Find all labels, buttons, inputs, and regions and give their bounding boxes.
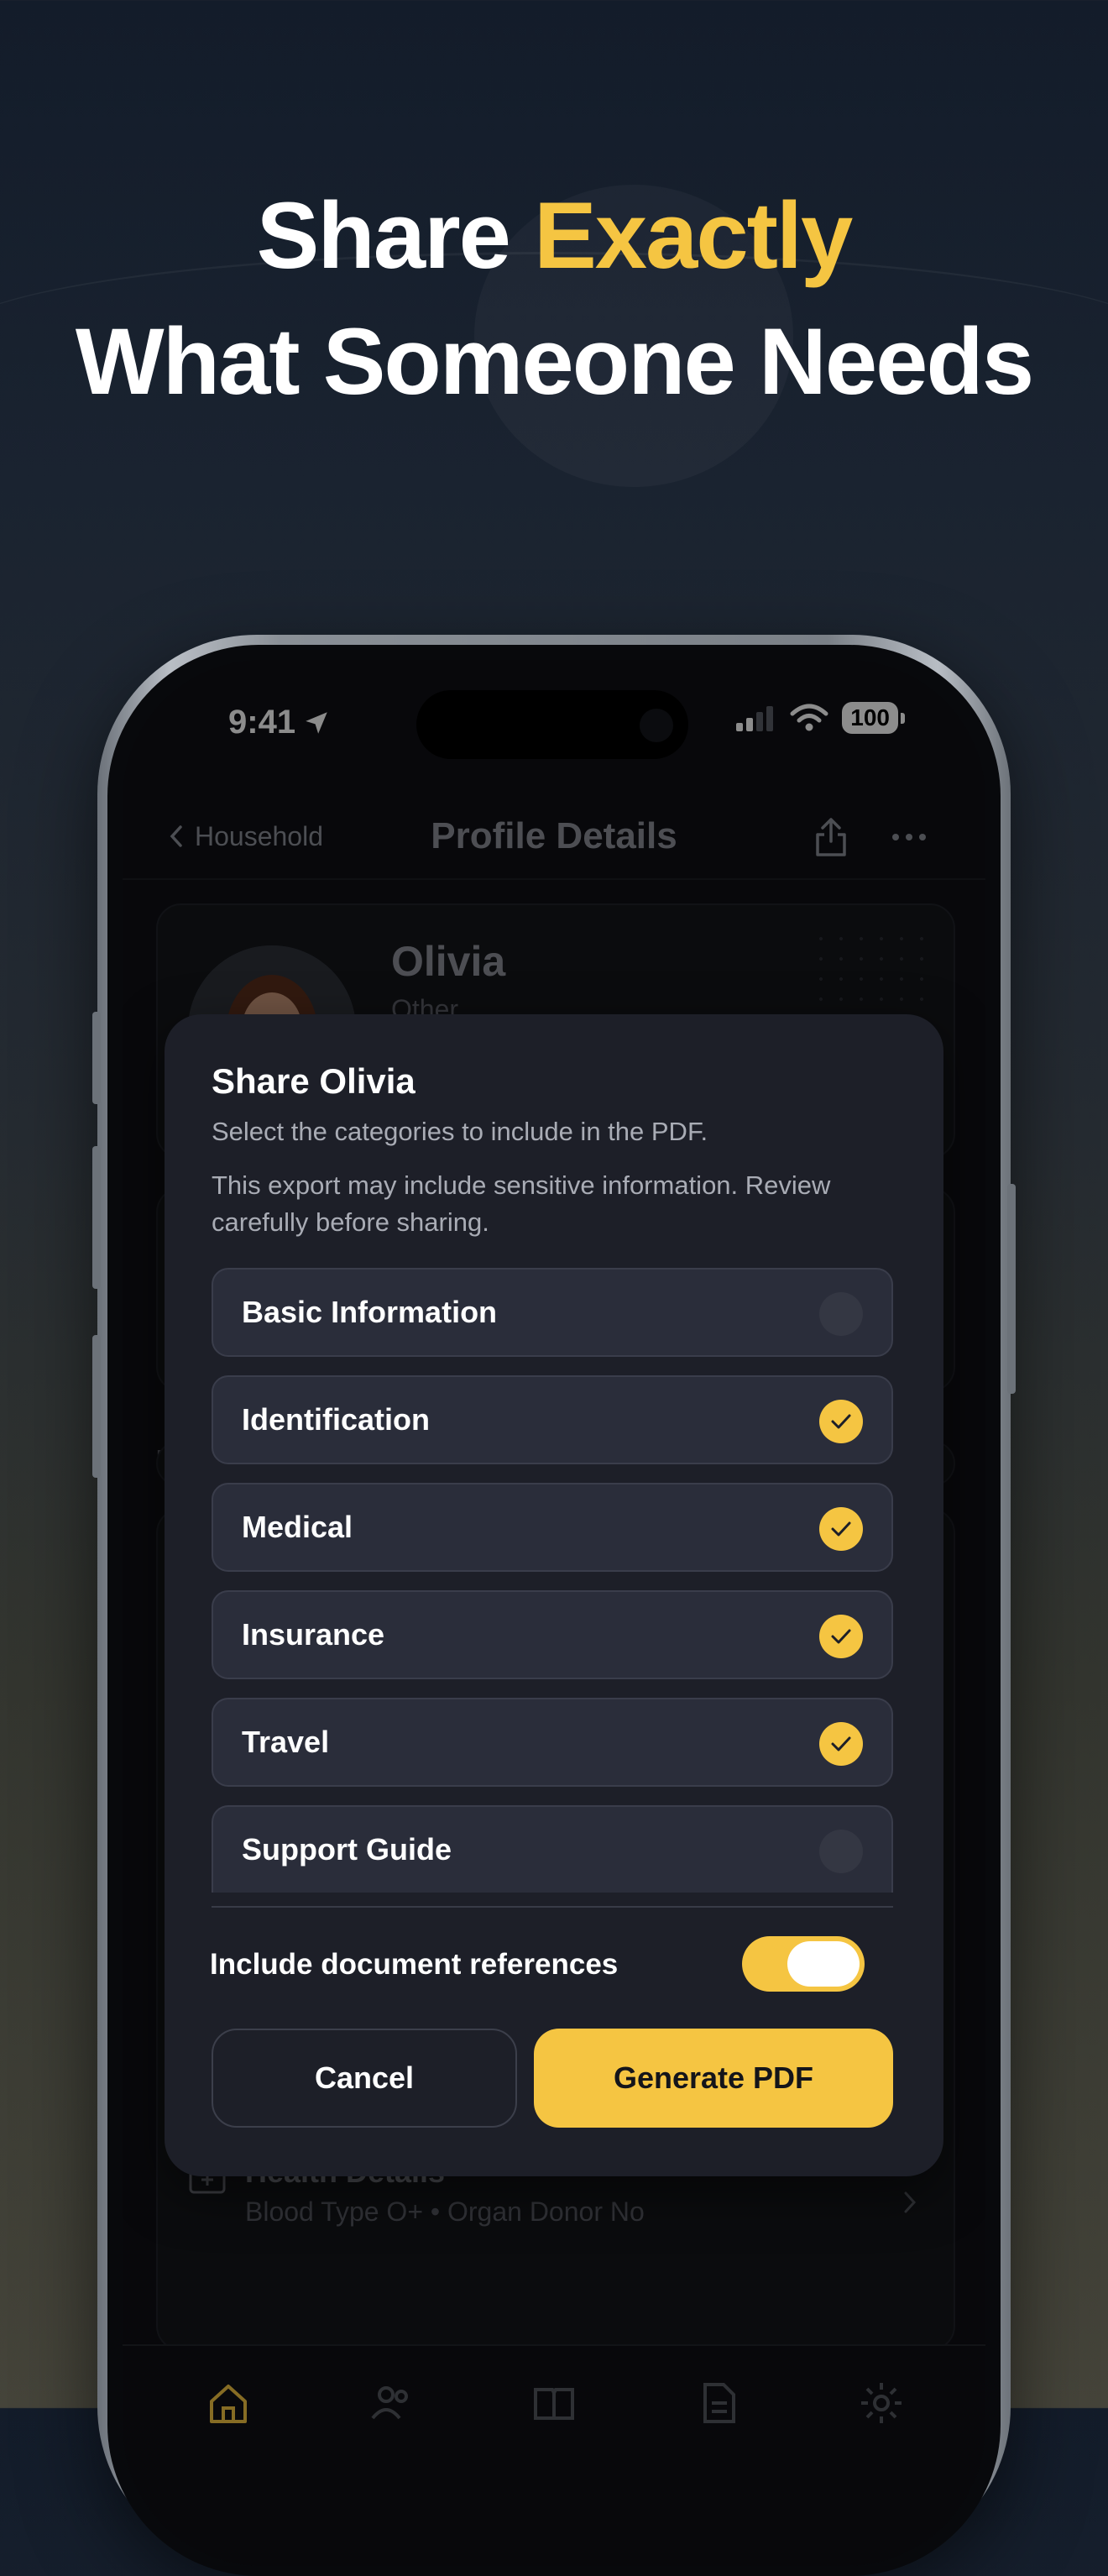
cancel-button[interactable]: Cancel [212, 2029, 517, 2128]
phone-volume-down [92, 1335, 101, 1478]
generate-pdf-button[interactable]: Generate PDF [534, 2029, 893, 2128]
unchecked-circle-icon[interactable] [819, 1830, 863, 1873]
category-label: Insurance [242, 1617, 385, 1652]
category-label: Basic Information [242, 1295, 498, 1329]
category-row-basic-information[interactable]: Basic Information [212, 1268, 893, 1357]
divider [212, 1906, 893, 1908]
category-row-travel[interactable]: Travel [212, 1698, 893, 1787]
headline-accent: Exactly [534, 183, 853, 288]
document-references-toggle[interactable] [742, 1936, 865, 1992]
checkmark-icon[interactable] [819, 1722, 863, 1766]
checkmark-icon[interactable] [819, 1615, 863, 1658]
headline-line-2: What Someone Needs [75, 309, 1034, 414]
category-row-support-guide[interactable]: Support Guide [212, 1805, 893, 1893]
phone-volume-up [92, 1146, 101, 1289]
phone-power-button [1007, 1184, 1016, 1394]
checkmark-icon[interactable] [819, 1400, 863, 1443]
category-label: Travel [242, 1725, 330, 1759]
sensitivity-warning: This export may include sensitive inform… [212, 1170, 831, 1237]
phone-action-button [92, 1012, 101, 1104]
category-label: Identification [242, 1402, 430, 1437]
category-label: Support Guide [242, 1832, 452, 1867]
document-references-label: Include document references [210, 1948, 619, 1981]
phone-screen: 9:41 100 Household Profile Details Olivi… [123, 660, 985, 2566]
category-row-insurance[interactable]: Insurance [212, 1590, 893, 1679]
headline-line-1: Share Exactly [0, 189, 1108, 283]
sheet-subtitle: Select the categories to include in the … [212, 1117, 708, 1146]
category-row-medical[interactable]: Medical [212, 1483, 893, 1572]
unchecked-circle-icon[interactable] [819, 1292, 863, 1336]
category-row-identification[interactable]: Identification [212, 1375, 893, 1464]
share-sheet: Share Olivia Select the categories to in… [165, 1014, 943, 2176]
toggle-knob [787, 1941, 860, 1987]
sheet-title: Share Olivia [212, 1061, 416, 1101]
category-label: Medical [242, 1510, 353, 1544]
headline-text: Share [256, 183, 535, 288]
checkmark-icon[interactable] [819, 1507, 863, 1551]
